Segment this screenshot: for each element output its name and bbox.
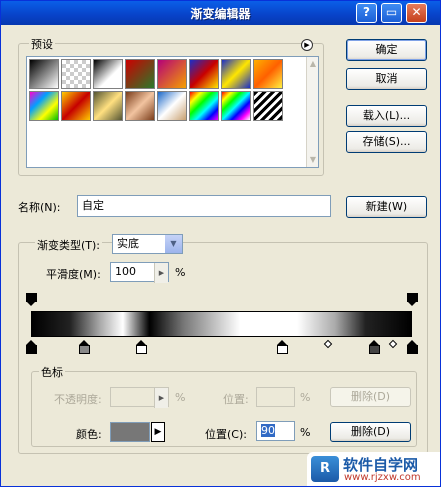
preset-swatch[interactable] [61,91,91,121]
smoothness-slider-arrow-icon[interactable]: ▶ [154,263,168,283]
maximize-button[interactable]: ▭ [381,3,402,23]
close-button[interactable]: ✕ [406,3,427,23]
color-stop[interactable] [277,340,289,354]
delete-color-stop-button[interactable]: 删除(D) [330,422,411,442]
save-button[interactable]: 存储(S)... [346,131,427,153]
color-menu-arrow-icon[interactable]: ▶ [151,422,165,442]
preset-swatch[interactable] [93,59,123,89]
color-stop[interactable] [368,340,380,354]
site-logo-icon: R [311,456,339,482]
delete-opacity-stop-button[interactable]: 删除(D) [330,387,411,407]
cancel-button[interactable]: 取消 [346,68,427,90]
gradient-preview-bar[interactable] [31,311,412,337]
color-stop[interactable] [26,340,37,354]
preset-swatch[interactable] [93,91,123,121]
preset-swatch[interactable] [189,59,219,89]
preset-swatch[interactable] [253,91,283,121]
arrow-right-circle-icon[interactable]: ▶ [301,39,313,51]
opacity-slider-arrow-icon[interactable]: ▶ [154,388,168,408]
opacity-label: 不透明度: [54,393,102,406]
opacity-stop[interactable] [407,293,418,307]
preset-swatch[interactable] [189,91,219,121]
color-stop[interactable] [407,340,418,354]
new-button[interactable]: 新建(W) [346,196,427,218]
color-position-input[interactable]: 90 [256,421,295,441]
preset-swatch[interactable] [29,59,59,89]
color-position-unit: % [300,426,311,439]
color-label: 颜色: [76,428,102,441]
scroll-down-icon[interactable]: ▼ [308,155,318,165]
preset-swatch[interactable] [29,91,59,121]
load-button[interactable]: 载入(L)... [346,105,427,127]
smoothness-value: 100 [115,265,136,278]
gradient-type-value: 实底 [117,237,139,250]
color-stop[interactable] [79,340,91,354]
smoothness-input[interactable]: 100 ▶ [110,262,169,283]
preset-swatch[interactable] [221,59,251,89]
opacity-input[interactable]: ▶ [110,387,169,408]
site-watermark: R 软件自学网 www.rjzxw.com [307,452,440,486]
presets-label: 预设 [29,36,55,52]
opacity-position-input[interactable] [256,387,295,407]
stop-color-swatch[interactable] [110,422,150,442]
gradient-type-label: 渐变类型(T): [35,237,103,253]
preset-swatch[interactable] [61,59,91,89]
preset-swatch[interactable] [221,91,251,121]
stops-group-label: 色标 [39,364,65,380]
color-position-value: 90 [261,424,275,437]
preset-swatch[interactable] [125,91,155,121]
smoothness-label: 平滑度(M): [46,268,101,281]
ok-button[interactable]: 确定 [346,39,427,61]
chevron-down-icon[interactable]: ▼ [165,235,182,253]
presets-list: ▲ ▼ [26,56,319,168]
scroll-up-icon[interactable]: ▲ [308,59,318,69]
opacity-position-unit: % [300,391,311,404]
opacity-position-label: 位置: [223,393,249,406]
title-bar[interactable]: 渐变编辑器 ? ▭ ✕ [1,1,440,25]
name-label: 名称(N): [18,201,61,214]
watermark-url: www.rjzxw.com [344,472,421,483]
preset-swatch[interactable] [157,91,187,121]
color-position-label: 位置(C): [205,428,247,441]
presets-scrollbar[interactable]: ▲ ▼ [306,57,318,167]
gradient-editor-window: 渐变编辑器 ? ▭ ✕ 预设 ▶ ▲ ▼ 确定 取消 载入(L)... 存储(S… [0,0,441,487]
preset-swatch[interactable] [253,59,283,89]
smoothness-unit: % [175,266,186,279]
preset-swatch[interactable] [125,59,155,89]
gradient-type-select[interactable]: 实底 ▼ [112,234,183,254]
opacity-unit: % [175,391,186,404]
help-button[interactable]: ? [356,3,377,23]
opacity-stop[interactable] [26,293,37,307]
name-input[interactable]: 自定 [77,195,331,217]
color-stop[interactable] [136,340,148,354]
preset-swatch[interactable] [157,59,187,89]
